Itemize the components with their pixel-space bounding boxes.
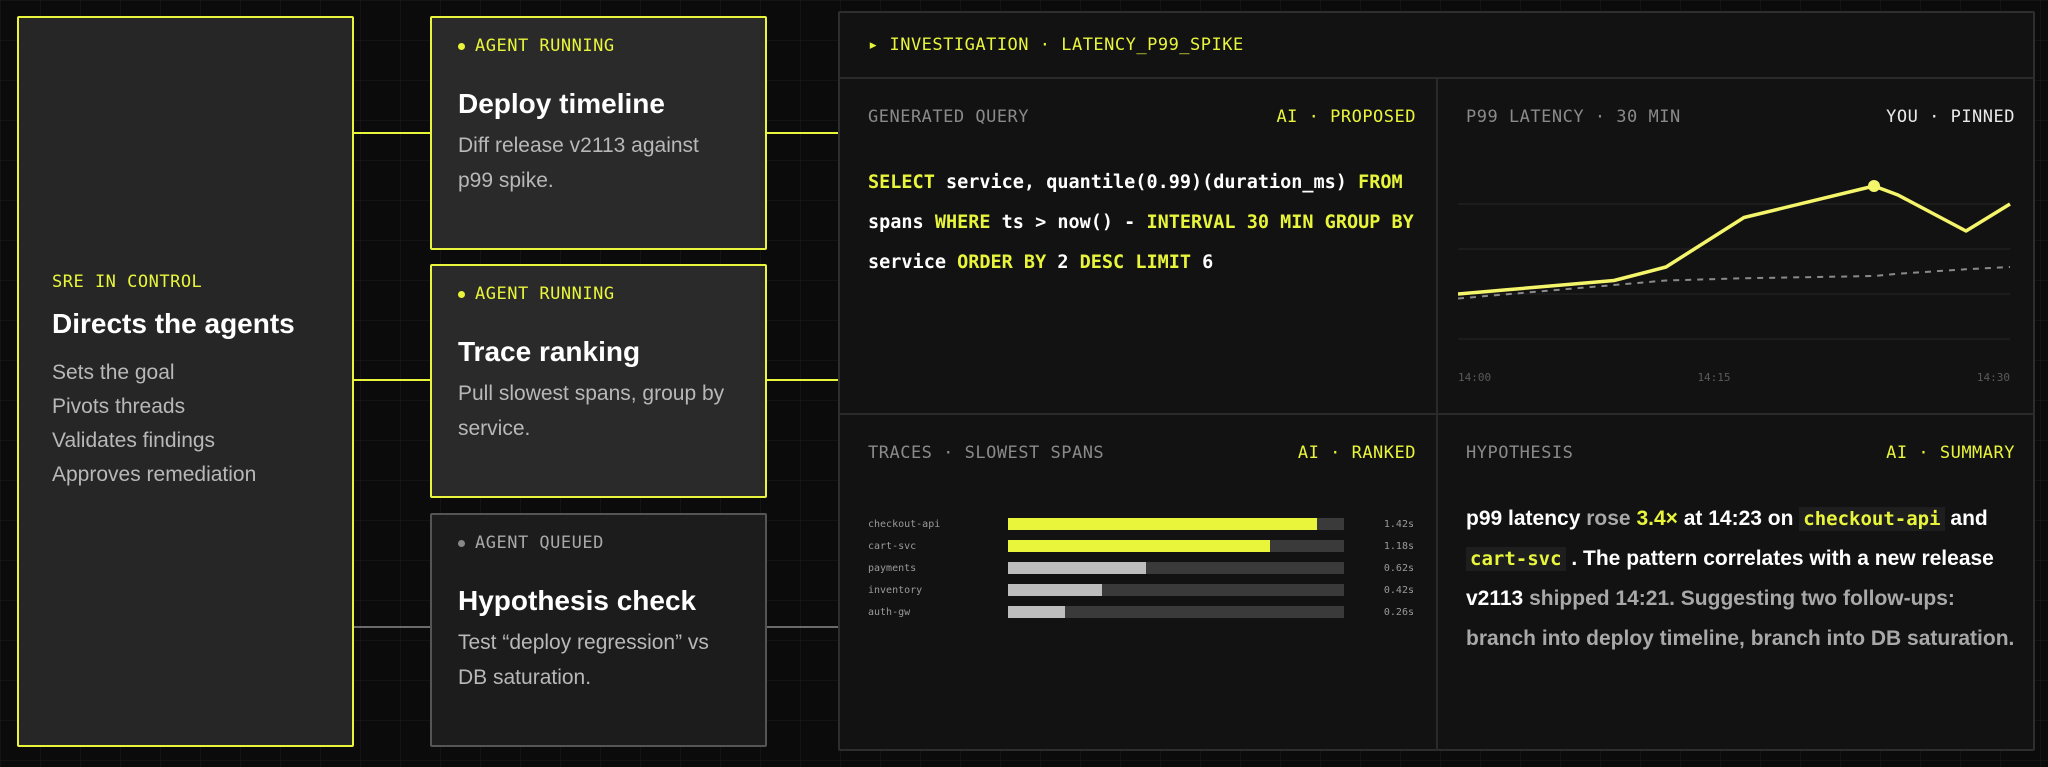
controller-title: Directs the agents [52,307,295,339]
agent-title: Trace ranking [458,336,641,367]
trace-bar-track [1008,518,1344,530]
trace-row[interactable]: checkout-api 1.42s [868,513,1416,535]
status-dot-icon [458,42,465,50]
service-code: checkout-api [1799,507,1945,531]
connector-line [767,379,838,381]
generated-query-section: GENERATED QUERY AI · PROPOSED SELECT ser… [840,79,1438,415]
investigation-header: ▸ INVESTIGATION · LATENCY_P99_SPIKE [840,13,2033,79]
trace-service: inventory [868,584,923,596]
hypothesis-text: p99 latency rose 3.4× at 14:23 on checko… [1466,507,2015,650]
section-label: TRACES · SLOWEST SPANS [868,443,1105,463]
agent-status: AGENT RUNNING [458,284,739,304]
agent-description: Diff release v2113 against p99 spike. [458,134,699,192]
trace-duration: 1.18s [1383,540,1414,552]
peak-point [1868,180,1880,192]
list-item: Validates findings [52,428,216,452]
trace-bar [1008,540,1271,552]
hypothesis-section: HYPOTHESIS AI · SUMMARY p99 latency rose… [1438,415,2035,751]
x-tick-label: 14:00 [1458,371,1491,384]
trace-row[interactable]: inventory 0.42s [868,579,1416,601]
trace-duration: 0.26s [1383,606,1414,618]
trace-bar [1008,562,1146,574]
trace-bar [1008,584,1103,596]
section-tag: AI · PROPOSED [1276,107,1416,127]
trace-row[interactable]: auth-gw 0.26s [868,601,1416,623]
trace-bar [1008,606,1066,618]
trace-bar [1008,518,1318,530]
trace-service: auth-gw [868,606,911,618]
p99-latency-chart[interactable]: 14:00 14:15 14:30 [1458,149,2018,389]
trace-bar-track [1008,562,1344,574]
sre-controller-card: SRE IN CONTROL Directs the agents Sets t… [17,16,354,747]
section-label: GENERATED QUERY [868,107,1030,127]
trace-bar-track [1008,584,1344,596]
section-tag: AI · RANKED [1297,443,1416,463]
agent-status: AGENT QUEUED [458,533,739,553]
agent-status: AGENT RUNNING [458,36,739,56]
agent-card-trace-ranking[interactable]: AGENT RUNNING Trace ranking Pull slowest… [430,264,767,498]
status-dot-icon [458,539,465,547]
x-tick-label: 14:30 [1977,371,2010,384]
agent-title: Deploy timeline [458,88,665,119]
section-tag: AI · SUMMARY [1886,443,2015,463]
agent-title: Hypothesis check [458,585,697,616]
section-tag: YOU · PINNED [1886,107,2015,127]
agent-description: Test “deploy regression” vs DB saturatio… [458,631,709,689]
trace-duration: 1.42s [1383,518,1414,530]
list-item: Sets the goal [52,360,175,384]
trace-bar-track [1008,540,1344,552]
service-code: cart-svc [1466,547,1566,571]
trace-service: cart-svc [868,540,917,552]
trace-duration: 0.42s [1383,584,1414,596]
connector-line [767,132,838,134]
trace-row[interactable]: payments 0.62s [868,557,1416,579]
connector-line [354,132,430,134]
trace-service: checkout-api [868,518,941,530]
sql-query[interactable]: SELECT service, quantile(0.99)(duration_… [868,163,1416,283]
section-label: P99 LATENCY · 30 MIN [1466,107,1681,127]
section-label: HYPOTHESIS [1466,443,1574,463]
connector-line [767,626,838,628]
connector-line [354,626,430,628]
agent-description: Pull slowest spans, group by service. [458,382,725,440]
controller-list: Sets the goal Pivots threads Validates f… [52,356,319,492]
p99-latency-section: P99 LATENCY · 30 MIN YOU · PINNED 14:00 … [1438,79,2035,415]
trace-service: payments [868,562,917,574]
status-dot-icon [458,290,465,298]
controller-eyebrow: SRE IN CONTROL [52,271,203,292]
slowest-spans-list: checkout-api 1.42s cart-svc 1.18s payments 0.… [868,513,1416,623]
trace-duration: 0.62s [1383,562,1414,574]
connector-line [354,379,430,381]
list-item: Pivots threads [52,394,186,418]
investigation-panel: ▸ INVESTIGATION · LATENCY_P99_SPIKE GENE… [838,11,2035,751]
agent-card-deploy-timeline[interactable]: AGENT RUNNING Deploy timeline Diff relea… [430,16,767,250]
trace-bar-track [1008,606,1344,618]
list-item: Approves remediation [52,462,257,486]
x-tick-label: 14:15 [1697,371,1730,384]
trace-row[interactable]: cart-svc 1.18s [868,535,1416,557]
agent-card-hypothesis-check[interactable]: AGENT QUEUED Hypothesis check Test “depl… [430,513,767,747]
traces-section: TRACES · SLOWEST SPANS AI · RANKED check… [840,415,1438,751]
